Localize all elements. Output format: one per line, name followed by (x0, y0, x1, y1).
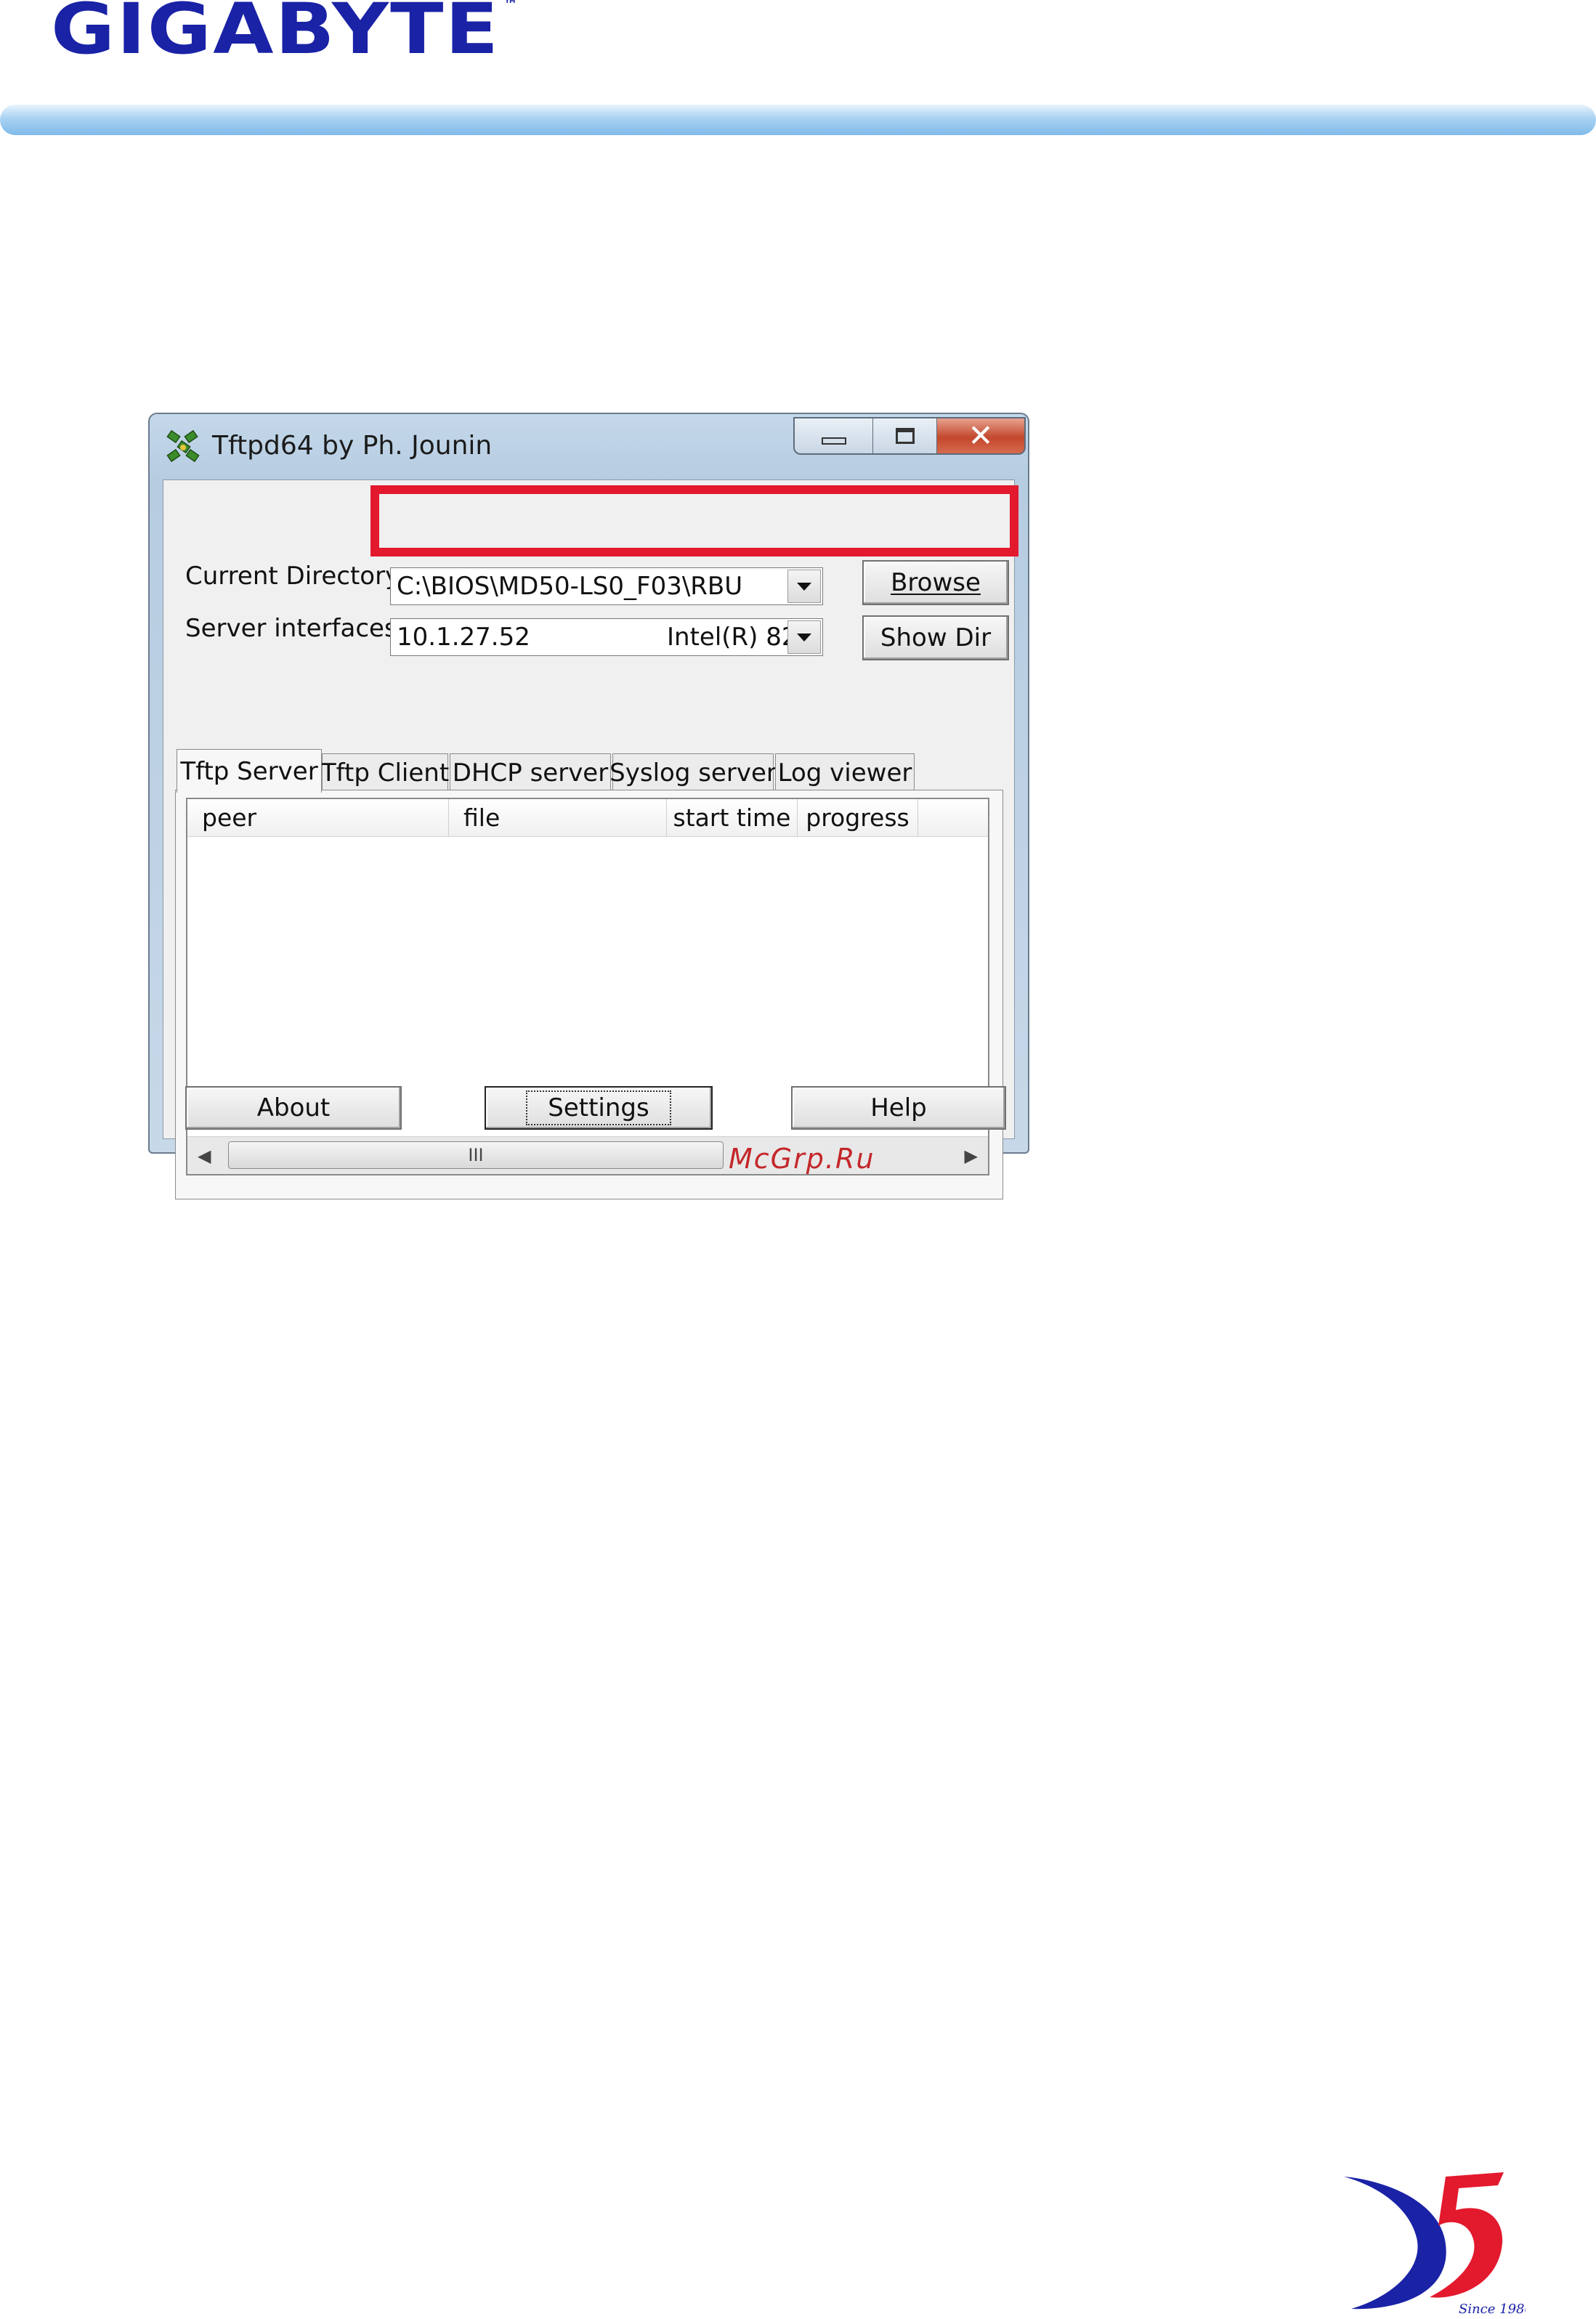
since-text: Since 1986 (1459, 2302, 1526, 2317)
help-button[interactable]: Help (791, 1086, 1006, 1130)
directory-highlight-box (370, 485, 1018, 557)
column-header-start-time[interactable]: start time (667, 799, 798, 837)
tab-tftp-client[interactable]: Tftp Client (320, 753, 450, 791)
gigabyte-logo: GIGABYTE ™ (51, 0, 519, 64)
column-header-peer[interactable]: peer (187, 799, 449, 837)
column-header-filler (918, 799, 988, 837)
tftpd-app-icon (166, 429, 200, 463)
maximize-button[interactable] (873, 417, 937, 455)
tab-tftp-client-label: Tftp Client (320, 758, 450, 788)
directory-dropdown-button[interactable] (787, 570, 821, 603)
tab-log-viewer[interactable]: Log viewer (775, 753, 915, 791)
about-label: About (256, 1093, 331, 1122)
current-directory-label: Current Directory (185, 562, 400, 591)
window-title: Tftpd64 by Ph. Jounin (212, 431, 493, 461)
scrollbar-thumb[interactable]: III (228, 1141, 724, 1169)
title-bar[interactable]: Tftpd64 by Ph. Jounin ✕ (150, 414, 1028, 479)
tab-tftp-server-label: Tftp Server (180, 756, 318, 786)
tab-tftp-server[interactable]: Tftp Server (177, 749, 322, 793)
current-directory-combo[interactable]: C:\BIOS\MD50-LS0_F03\RBU (390, 567, 823, 605)
tftp-server-panel: peer file start time progress ◀ III ▶ (175, 790, 1003, 1199)
tab-syslog-server[interactable]: Syslog server (609, 753, 777, 791)
current-directory-value: C:\BIOS\MD50-LS0_F03\RBU (397, 572, 743, 601)
anniversary-logo: Since 1986 (1344, 2172, 1526, 2317)
minimize-icon (821, 437, 846, 445)
scrollbar-grip: III (468, 1145, 484, 1165)
maximize-icon (895, 428, 915, 444)
server-interface-ip: 10.1.27.52 (397, 623, 530, 652)
scroll-left-icon[interactable]: ◀ (198, 1146, 211, 1166)
tab-log-viewer-label: Log viewer (777, 758, 912, 788)
file-header-label: file (463, 804, 501, 832)
interfaces-dropdown-button[interactable] (787, 620, 821, 654)
close-button[interactable]: ✕ (937, 417, 1026, 455)
progress-header-label: progress (806, 804, 910, 832)
chevron-down-icon (797, 582, 811, 591)
server-interfaces-label: Server interfaces (185, 614, 397, 643)
column-header-file[interactable]: file (449, 799, 667, 837)
show-dir-button[interactable]: Show Dir (862, 615, 1009, 660)
browse-button[interactable]: Browse (862, 560, 1009, 605)
tab-syslog-server-label: Syslog server (609, 758, 777, 788)
minimize-button[interactable] (793, 417, 873, 455)
show-dir-label: Show Dir (880, 623, 992, 652)
about-button[interactable]: About (185, 1086, 402, 1130)
start-time-header-label: start time (673, 804, 791, 832)
server-interfaces-combo[interactable]: 10.1.27.52 Intel(R) 825 (390, 618, 823, 656)
tftpd64-window: Tftpd64 by Ph. Jounin ✕ Current Director… (148, 413, 1029, 1199)
trademark-mark: ™ (503, 0, 520, 12)
scroll-right-icon[interactable]: ▶ (965, 1146, 978, 1166)
chevron-down-icon (797, 633, 811, 642)
close-icon: ✕ (968, 418, 994, 453)
settings-button[interactable]: Settings (485, 1086, 713, 1130)
header-divider-bar (0, 105, 1596, 135)
settings-label: Settings (526, 1090, 671, 1125)
peer-header-label: peer (202, 804, 257, 832)
brand-name: GIGABYTE (51, 0, 501, 70)
column-header-progress[interactable]: progress (798, 799, 918, 837)
help-label: Help (870, 1093, 927, 1122)
browse-label: Browse (891, 568, 981, 597)
tab-dhcp-server-label: DHCP server (452, 758, 609, 788)
window-client-area: Current Directory C:\BIOS\MD50-LS0_F03\R… (163, 479, 1015, 1199)
tab-dhcp-server[interactable]: DHCP server (450, 753, 611, 791)
watermark-text: McGrp.Ru (729, 1143, 875, 1175)
